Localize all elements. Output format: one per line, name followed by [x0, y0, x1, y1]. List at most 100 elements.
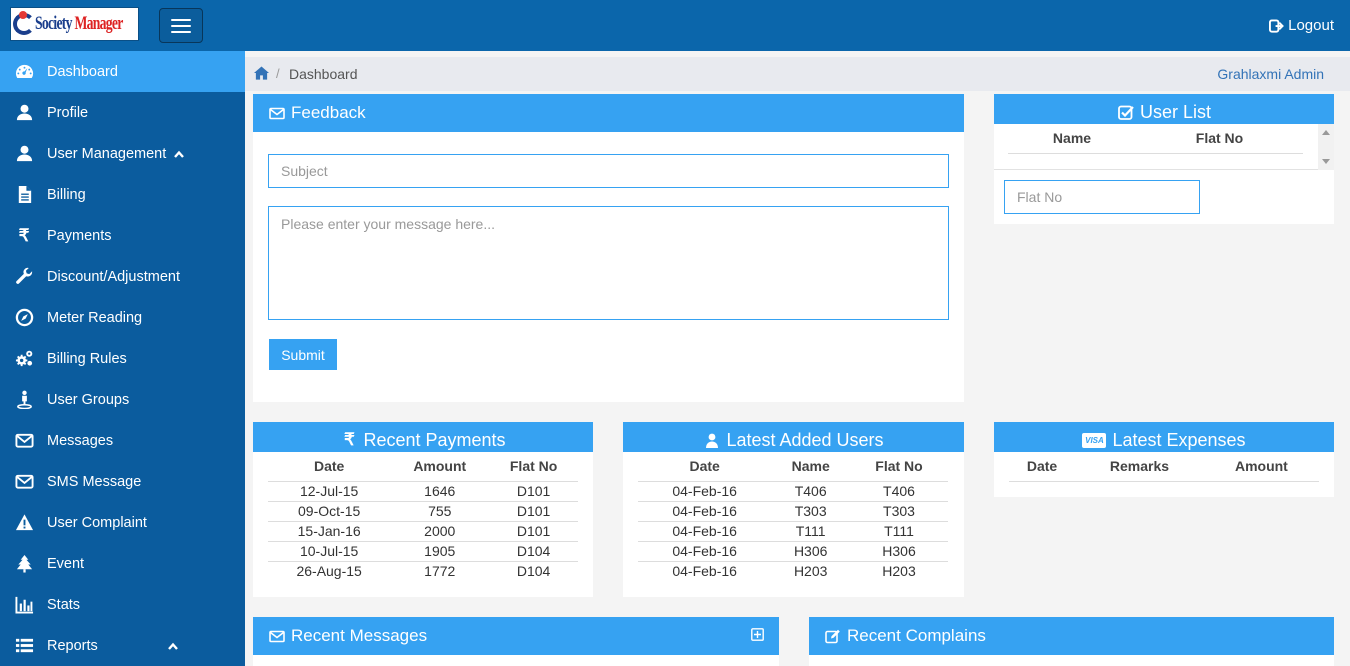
column-header-flat-no[interactable]: Flat No [1136, 124, 1303, 153]
table-cell: 09-Oct-15 [268, 500, 391, 521]
recent-payments-table: Date Amount Flat No 12-Jul-15 1646 D101 09-… [268, 452, 578, 581]
sidebar-item-label: Dashboard [47, 63, 118, 80]
logo-text-society: Society [35, 13, 72, 34]
latest-expenses-header: VISA Latest Expenses [994, 422, 1334, 452]
file-icon [14, 185, 34, 205]
table-cell: T406 [850, 480, 948, 501]
sign-out-icon [1269, 18, 1285, 33]
table-cell: 04-Feb-16 [638, 540, 772, 561]
rupee-icon: ₹ [18, 225, 30, 245]
sidebar-item-messages[interactable]: Messages [0, 420, 245, 461]
sidebar-item-payments[interactable]: ₹ Payments [0, 215, 245, 256]
sidebar-item-reports[interactable]: Reports [0, 625, 245, 666]
table-row: 10-Jul-15 1905 D104 [268, 540, 578, 561]
sidebar-item-billing[interactable]: Billing [0, 174, 245, 215]
street-view-icon [14, 390, 34, 410]
sidebar-item-dashboard[interactable]: Dashboard [0, 51, 245, 92]
submit-button[interactable]: Submit [269, 339, 337, 370]
table-cell: H203 [850, 560, 948, 581]
logged-in-user-name[interactable]: Grahlaxmi Admin [1217, 66, 1324, 82]
table-cell: 26-Aug-15 [268, 560, 391, 581]
sidebar: Dashboard Profile User Management Billin… [0, 51, 245, 666]
logo-mark-icon [13, 11, 35, 37]
table-cell: T303 [771, 500, 851, 521]
table-cell: 12-Jul-15 [268, 480, 391, 501]
sidebar-item-label: Payments [47, 227, 112, 244]
feedback-title: Feedback [291, 103, 366, 122]
sidebar-item-event[interactable]: Event [0, 543, 245, 584]
recent-payments-title: Recent Payments [363, 429, 506, 450]
table-cell: 04-Feb-16 [638, 520, 772, 541]
sidebar-toggle-button[interactable] [159, 8, 203, 43]
sidebar-item-label: Billing Rules [47, 350, 127, 367]
feedback-panel-header: Feedback [253, 94, 964, 132]
sidebar-item-sms-message[interactable]: SMS Message [0, 461, 245, 502]
sidebar-item-user-groups[interactable]: User Groups [0, 379, 245, 420]
sidebar-item-label: User Complaint [47, 514, 147, 531]
recent-payments-panel: ₹ Recent Payments Date Amount Flat No 12… [253, 422, 593, 597]
scroll-down-icon[interactable] [1322, 159, 1330, 164]
user-list-table: Name Flat No [1008, 124, 1303, 154]
user-list-panel: User List Name Flat No Flat No [994, 94, 1334, 224]
envelope-icon [268, 628, 286, 644]
column-header-amount: Amount [1234, 458, 1288, 475]
breadcrumb-separator: / [276, 66, 280, 81]
table-cell: T111 [850, 520, 948, 541]
table-row: 04-Feb-16 H306 H306 [638, 540, 948, 561]
sidebar-item-label: Stats [47, 596, 81, 613]
scroll-up-icon[interactable] [1322, 130, 1330, 135]
column-header-name[interactable]: Name [1008, 124, 1136, 153]
table-cell: T111 [771, 520, 851, 541]
column-header-amount: Amount [413, 458, 467, 475]
sidebar-item-user-management[interactable]: User Management [0, 133, 245, 174]
credit-card-icon: VISA [1082, 432, 1107, 448]
message-textarea[interactable]: Please enter your message here... [268, 206, 949, 320]
user-icon [14, 144, 34, 164]
logout-link[interactable]: Logout [1269, 17, 1334, 34]
sidebar-item-profile[interactable]: Profile [0, 92, 245, 133]
sidebar-item-label: Event [47, 555, 85, 572]
wrench-icon [14, 267, 34, 287]
table-cell: T303 [850, 500, 948, 521]
user-list-scrollbar[interactable] [1318, 124, 1334, 170]
sidebar-item-label: Billing [47, 186, 86, 203]
table-cell: D104 [489, 540, 578, 561]
logout-label: Logout [1288, 17, 1334, 34]
list-icon [14, 636, 34, 656]
home-icon[interactable] [254, 66, 269, 80]
recent-complains-title: Recent Complains [847, 626, 986, 645]
table-cell: 1646 [390, 480, 490, 501]
sidebar-item-user-complaint[interactable]: User Complaint [0, 502, 245, 543]
column-header-date: Date [313, 458, 345, 475]
expand-icon[interactable] [751, 628, 764, 641]
recent-complains-header: Recent Complains [809, 617, 1334, 655]
recent-complains-panel: Recent Complains [809, 617, 1334, 666]
sidebar-item-stats[interactable]: Stats [0, 584, 245, 625]
sidebar-item-label: User Management [47, 145, 167, 162]
rupee-icon: ₹ [344, 430, 355, 449]
app-logo[interactable]: Society Manager [10, 7, 139, 41]
table-cell: D101 [489, 520, 578, 541]
chevron-up-icon [168, 642, 178, 650]
latest-users-table: Date Name Flat No 04-Feb-16 T406 T406 04-Fe… [638, 452, 948, 581]
sidebar-item-label: Profile [47, 104, 89, 121]
envelope-icon [14, 431, 34, 451]
user-icon [703, 432, 721, 448]
user-list-table-area[interactable]: Name Flat No [994, 124, 1334, 170]
subject-input[interactable]: Subject [268, 154, 949, 188]
table-cell: H306 [850, 540, 948, 561]
latest-expenses-title: Latest Expenses [1112, 429, 1246, 450]
sidebar-item-meter-reading[interactable]: Meter Reading [0, 297, 245, 338]
sidebar-item-discount-adjustment[interactable]: Discount/Adjustment [0, 256, 245, 297]
column-header-flat-no: Flat No [875, 458, 923, 475]
column-header-remarks: Remarks [1109, 458, 1170, 475]
sidebar-item-billing-rules[interactable]: Billing Rules [0, 338, 245, 379]
top-navbar: Society Manager Logout [0, 0, 1350, 51]
table-row: 04-Feb-16 T111 T111 [638, 520, 948, 541]
user-list-title: User List [1139, 101, 1211, 122]
feedback-panel: Feedback Subject Please enter your messa… [253, 94, 964, 402]
flat-no-search-input[interactable]: Flat No [1004, 180, 1200, 214]
column-header-name: Name [791, 458, 830, 475]
table-cell: D104 [489, 560, 578, 581]
table-row: 04-Feb-16 H203 H203 [638, 560, 948, 581]
